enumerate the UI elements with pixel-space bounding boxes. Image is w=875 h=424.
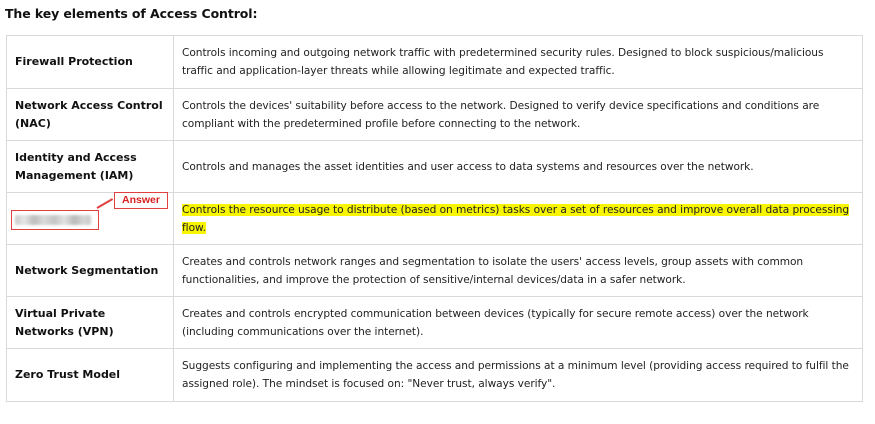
description-cell: Creates and controls network ranges and … bbox=[173, 244, 863, 297]
answer-connector-line bbox=[96, 198, 114, 209]
table-row: Virtual Private Networks (VPN) Creates a… bbox=[6, 296, 863, 349]
table-row: Network Access Control (NAC) Controls th… bbox=[6, 88, 863, 141]
description-cell: Suggests configuring and implementing th… bbox=[173, 348, 863, 402]
term-cell: Zero Trust Model bbox=[6, 348, 174, 402]
answer-term-cell: Answer bbox=[6, 192, 174, 245]
hidden-answer-field[interactable] bbox=[11, 210, 99, 230]
table-row: Identity and Access Management (IAM) Con… bbox=[6, 140, 863, 193]
table-row: Firewall Protection Controls incoming an… bbox=[6, 35, 863, 89]
table-row: Network Segmentation Creates and control… bbox=[6, 244, 863, 297]
table-row-answer: Answer Controls the resource usage to di… bbox=[6, 192, 863, 245]
term-cell: Virtual Private Networks (VPN) bbox=[6, 296, 174, 349]
description-cell: Controls the devices' suitability before… bbox=[173, 88, 863, 141]
access-control-table: Firewall Protection Controls incoming an… bbox=[6, 35, 863, 402]
highlighted-description: Controls the resource usage to distribut… bbox=[182, 203, 850, 234]
description-cell-highlighted: Controls the resource usage to distribut… bbox=[173, 192, 863, 245]
blurred-answer-text bbox=[15, 215, 91, 225]
term-cell: Identity and Access Management (IAM) bbox=[6, 140, 174, 193]
term-cell: Network Segmentation bbox=[6, 244, 174, 297]
description-cell: Controls incoming and outgoing network t… bbox=[173, 35, 863, 89]
page-heading: The key elements of Access Control: bbox=[5, 6, 258, 21]
description-cell: Controls and manages the asset identitie… bbox=[173, 140, 863, 193]
term-cell: Firewall Protection bbox=[6, 35, 174, 89]
description-cell: Creates and controls encrypted communica… bbox=[173, 296, 863, 349]
table-row: Zero Trust Model Suggests configuring an… bbox=[6, 348, 863, 402]
term-cell: Network Access Control (NAC) bbox=[6, 88, 174, 141]
answer-label: Answer bbox=[114, 192, 168, 209]
